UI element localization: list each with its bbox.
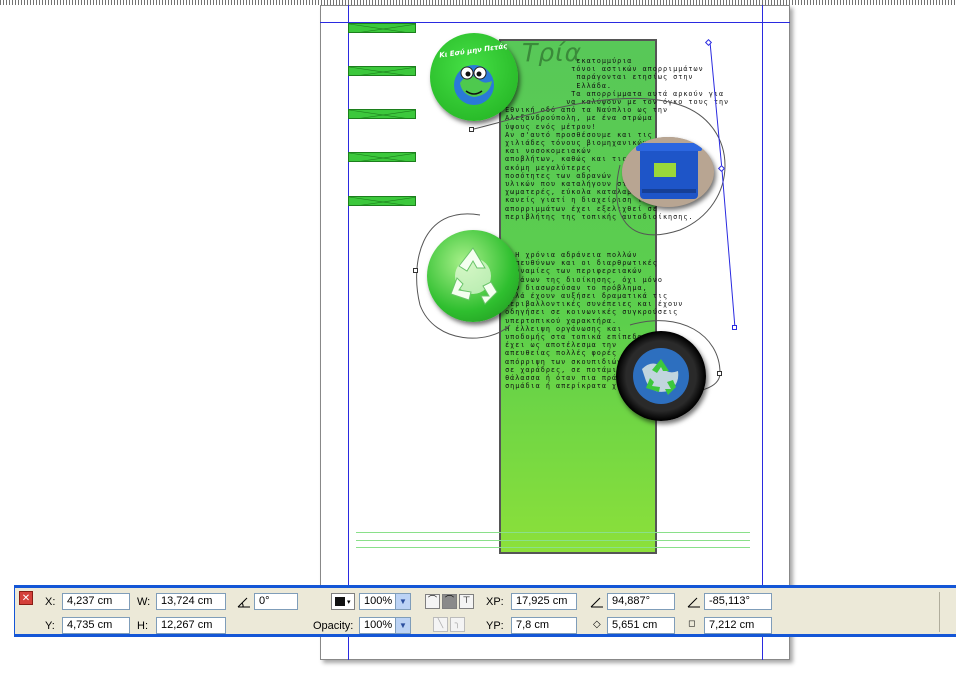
curve-segment-button[interactable]: ╮ [450, 617, 465, 632]
wrap-contours [416, 41, 736, 394]
x-label: X: [45, 596, 56, 608]
angle-icon [687, 597, 700, 608]
rotation-icon [237, 597, 250, 608]
width-field[interactable]: 13,724 cm [156, 593, 226, 610]
rotation-field[interactable]: 0° [254, 593, 298, 610]
zoom-value: 100% [364, 595, 393, 607]
path-node-bottom[interactable] [732, 325, 737, 330]
y-label: Y: [45, 620, 55, 632]
opacity-value: 100% [364, 619, 393, 631]
node-angle-field-1[interactable]: 94,887° [607, 593, 675, 610]
chevron-down-icon[interactable]: ▼ [395, 618, 410, 633]
recycle-bin-icon [622, 137, 714, 207]
y-field[interactable]: 4,735 cm [62, 617, 130, 634]
bin-photo-circle[interactable] [622, 137, 714, 207]
earth-circle[interactable] [616, 331, 706, 421]
line-segment-button[interactable]: ╲ [433, 617, 448, 632]
contour-handle-3[interactable] [717, 371, 722, 376]
recycle-icon [450, 247, 498, 305]
chevron-down-icon[interactable]: ▼ [395, 594, 410, 609]
node-angle-field-2[interactable]: -85,113° [704, 593, 772, 610]
xp-label: XP: [486, 596, 504, 608]
properties-toolbar: ✕ X: 4,237 cm Y: 4,735 cm W: 13,724 cm H… [14, 585, 956, 637]
xp-field[interactable]: 17,925 cm [511, 593, 577, 610]
angle-icon [590, 597, 603, 608]
w-label: W: [137, 596, 151, 608]
yp-label: YP: [486, 620, 504, 632]
node-smooth-button[interactable]: ⌒ [442, 594, 457, 609]
fill-color-icon[interactable]: ▾ [331, 593, 355, 610]
node-square-icon: ◻ [688, 619, 696, 629]
opacity-label: Opacity: [313, 620, 354, 632]
height-field[interactable]: 12,267 cm [156, 617, 226, 634]
x-field[interactable]: 4,237 cm [62, 593, 130, 610]
node-icon: ◇ [593, 619, 601, 630]
opacity-select[interactable]: 100% ▼ [359, 617, 411, 634]
recycle-circle[interactable] [427, 230, 519, 322]
node-length-field-1[interactable]: 5,651 cm [607, 617, 675, 634]
close-icon[interactable]: ✕ [19, 591, 33, 605]
earth-recycle-icon [633, 348, 689, 404]
zoom-select[interactable]: 100% ▼ [359, 593, 411, 610]
yp-field[interactable]: 7,8 cm [511, 617, 577, 634]
toolbar-separator [939, 592, 940, 632]
node-symmetric-button[interactable]: ⊤ [459, 594, 474, 609]
node-length-field-2[interactable]: 7,212 cm [704, 617, 772, 634]
contour-handle-2[interactable] [413, 268, 418, 273]
h-label: H: [137, 620, 148, 632]
contour-handle-1[interactable] [469, 127, 474, 132]
node-cusp-button[interactable]: ⌒ [425, 594, 440, 609]
